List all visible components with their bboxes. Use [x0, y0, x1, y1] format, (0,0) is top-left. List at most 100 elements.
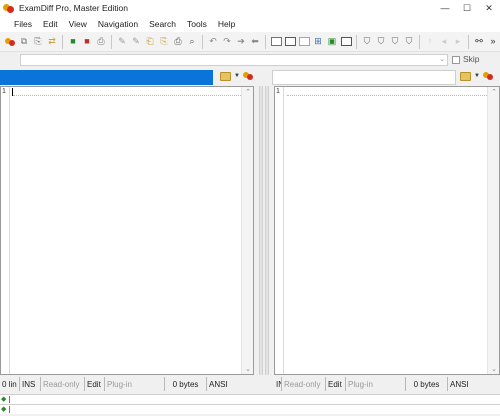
filter-combo[interactable]: ⌄	[20, 54, 448, 66]
menu-search[interactable]: Search	[149, 19, 176, 29]
undo-icon[interactable]: ↶	[207, 36, 219, 48]
right-vertical-scrollbar[interactable]: ⌃ ⌄	[487, 87, 499, 374]
chevron-down-icon[interactable]: ⌄	[439, 55, 445, 63]
skip-checkbox[interactable]	[452, 56, 460, 64]
prev-diff-icon[interactable]: ⬅	[249, 36, 261, 48]
insert-mode: INS	[20, 377, 41, 391]
toolbar-separator	[356, 34, 357, 49]
toolbar-separator	[419, 34, 420, 49]
maximize-button[interactable]: ☐	[456, 0, 478, 16]
text-caret	[9, 396, 10, 403]
filter-2-icon[interactable]: ⛉	[375, 36, 387, 48]
compare-icon[interactable]	[242, 71, 253, 81]
left-line-navigator[interactable]: ◆	[0, 394, 500, 404]
diff-marker-icon: ◆	[1, 406, 7, 413]
minimize-button[interactable]: —	[434, 0, 456, 16]
view-layout-3-icon[interactable]	[298, 36, 310, 48]
edit-right-icon[interactable]: ✎	[130, 36, 142, 48]
menu-tools[interactable]: Tools	[187, 19, 207, 29]
app-logo-icon	[3, 2, 15, 14]
splitter-track	[259, 86, 263, 375]
view-options-icon[interactable]	[340, 36, 352, 48]
folder-icon[interactable]	[220, 71, 231, 81]
scroll-up-icon[interactable]: ⌃	[488, 88, 500, 96]
chevron-down-icon[interactable]: ▼	[474, 73, 480, 79]
line-count: IN	[274, 377, 282, 391]
nav-up-icon[interactable]: ↑	[424, 36, 436, 48]
left-path-bar: ▼	[0, 70, 260, 85]
view-layout-2-icon[interactable]	[284, 36, 296, 48]
print-icon[interactable]: ⎙	[172, 36, 184, 48]
toolbar-separator	[202, 34, 203, 49]
swap-icon[interactable]: ⇄	[46, 36, 58, 48]
right-line-navigator[interactable]: ◆	[0, 404, 500, 414]
read-only-status: Read-only	[41, 377, 85, 391]
splitter-track	[265, 86, 269, 375]
edit-status: Edit	[85, 377, 105, 391]
file-size: 0 bytes	[406, 377, 448, 391]
binoculars-icon[interactable]: ⚯	[473, 36, 485, 48]
menu-bar: Files Edit View Navigation Search Tools …	[0, 16, 500, 32]
right-path-bar: ▼	[272, 70, 500, 85]
filter-4-icon[interactable]: ⛉	[403, 36, 415, 48]
right-file-pane[interactable]: 1 ⌃ ⌄	[274, 86, 500, 375]
find-icon[interactable]: ⌕	[186, 36, 198, 48]
line-count: 0 lin	[0, 377, 20, 391]
toolbar-separator	[468, 34, 469, 49]
copy-right-icon[interactable]: ⎘	[158, 36, 170, 48]
menu-files[interactable]: Files	[14, 19, 32, 29]
diff-marker-icon: ◆	[1, 396, 7, 403]
menu-help[interactable]: Help	[218, 19, 235, 29]
left-file-pane[interactable]: 1 ⌃ ⌄	[0, 86, 254, 375]
toolbar-separator	[265, 34, 266, 49]
nav-right-icon[interactable]: ▸	[452, 36, 464, 48]
save-as-icon[interactable]: ⎙	[95, 36, 107, 48]
right-status-bar: IN Read-only Edit Plug-in 0 bytes ANSI	[274, 377, 500, 391]
empty-line-marker	[13, 95, 247, 96]
chevron-down-icon[interactable]: ▼	[234, 73, 240, 79]
file-size: 0 bytes	[165, 377, 207, 391]
filter-bar: ⌄ Skip	[0, 52, 500, 68]
folder-icon[interactable]	[460, 71, 471, 81]
recompare-icon[interactable]: ⧉	[18, 36, 30, 48]
filter-1-icon[interactable]: ⛉	[361, 36, 373, 48]
compare-icon[interactable]	[482, 71, 493, 81]
save-right-icon[interactable]: ■	[81, 36, 93, 48]
view-sync-icon[interactable]: ▣	[326, 36, 338, 48]
open-icon[interactable]: ⎘	[32, 36, 44, 48]
line-number: 1	[2, 88, 6, 95]
edit-status: Edit	[326, 377, 346, 391]
copy-left-icon[interactable]: ⎗	[144, 36, 156, 48]
title-bar: ExamDiff Pro, Master Edition — ☐ ✕	[0, 0, 500, 16]
filter-3-icon[interactable]: ⛉	[389, 36, 401, 48]
compare-icon[interactable]	[4, 36, 16, 48]
redo-icon[interactable]: ↷	[221, 36, 233, 48]
scroll-down-icon[interactable]: ⌄	[242, 365, 254, 373]
edit-left-icon[interactable]: ✎	[116, 36, 128, 48]
menu-edit[interactable]: Edit	[43, 19, 58, 29]
pane-splitter[interactable]	[256, 86, 272, 375]
text-caret	[9, 406, 10, 413]
left-path-field[interactable]	[0, 70, 213, 85]
left-vertical-scrollbar[interactable]: ⌃ ⌄	[241, 87, 253, 374]
scroll-down-icon[interactable]: ⌄	[488, 365, 500, 373]
save-icon[interactable]: ■	[67, 36, 79, 48]
empty-line-marker	[287, 95, 493, 96]
skip-label: Skip	[463, 54, 480, 64]
plugin-status: Plug-in	[346, 377, 406, 391]
read-only-status: Read-only	[282, 377, 326, 391]
line-number: 1	[276, 88, 280, 95]
window-controls: — ☐ ✕	[434, 0, 500, 16]
close-button[interactable]: ✕	[478, 0, 500, 16]
line-number-gutter	[1, 87, 10, 374]
more-icon[interactable]: »	[487, 36, 499, 48]
right-path-field[interactable]	[272, 70, 456, 85]
view-layout-1-icon[interactable]	[270, 36, 282, 48]
left-status-bar: 0 lin INS Read-only Edit Plug-in 0 bytes…	[0, 377, 254, 391]
nav-left-icon[interactable]: ◂	[438, 36, 450, 48]
scroll-up-icon[interactable]: ⌃	[242, 88, 254, 96]
menu-view[interactable]: View	[69, 19, 87, 29]
view-grid-icon[interactable]: ⊞	[312, 36, 324, 48]
menu-navigation[interactable]: Navigation	[98, 19, 138, 29]
next-diff-icon[interactable]: ➔	[235, 36, 247, 48]
